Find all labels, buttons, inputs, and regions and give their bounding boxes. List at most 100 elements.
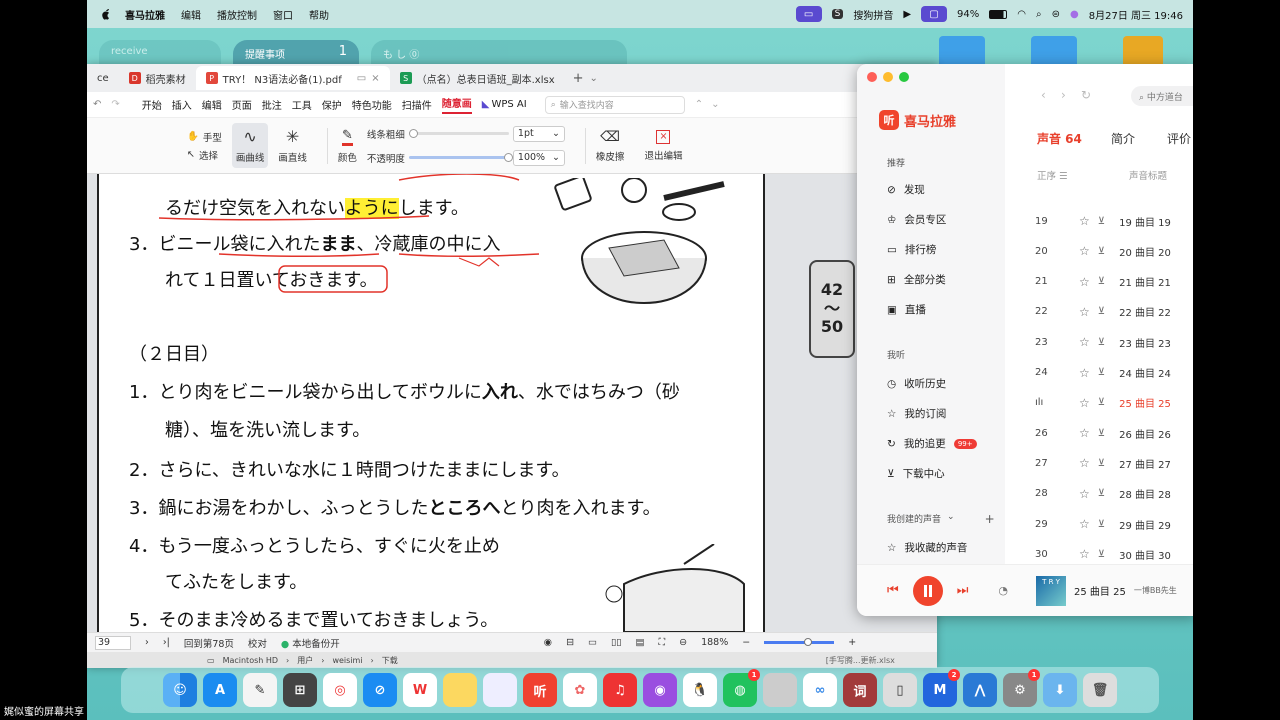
track-row[interactable]: 19 ☆ ⊻ 19 曲目 19 bbox=[1035, 206, 1193, 236]
single-page-icon[interactable]: ▭ bbox=[588, 637, 597, 648]
menu-edit[interactable]: 编辑 bbox=[181, 7, 201, 22]
last-page-icon[interactable]: ›| bbox=[163, 637, 170, 648]
download-icon[interactable]: ⊻ bbox=[1098, 519, 1105, 530]
podcasts-icon[interactable]: ◉ bbox=[643, 673, 677, 707]
star-icon[interactable]: ☆ bbox=[1079, 244, 1090, 258]
baidu-netdisk-icon[interactable]: ∞ bbox=[803, 673, 837, 707]
menu-edit[interactable]: 编辑 bbox=[202, 97, 222, 112]
add-icon[interactable]: + bbox=[985, 512, 995, 526]
chevron-down-icon[interactable]: ⌄ bbox=[711, 99, 719, 110]
sort-button[interactable]: 正序 ☰ bbox=[1037, 168, 1068, 182]
document-area[interactable]: るだけ空気を入れないようにします。 3．ビニール袋に入れたまま、冷蔵庫の中に入 … bbox=[87, 174, 937, 632]
menu-window[interactable]: 窗口 bbox=[273, 7, 293, 22]
stage-manager-icon[interactable]: ▢ bbox=[921, 6, 948, 22]
menu-freehand[interactable]: 随意画 bbox=[441, 95, 472, 114]
input-method-icon[interactable]: S bbox=[831, 9, 844, 19]
tab-sounds[interactable]: 声音 64 bbox=[1037, 130, 1082, 147]
star-icon[interactable]: ☆ bbox=[1079, 456, 1090, 470]
proofread-button[interactable]: 校对 bbox=[248, 636, 267, 650]
new-tab-icon[interactable]: + bbox=[573, 71, 584, 86]
select-tool[interactable]: ↖ 选择 bbox=[187, 148, 218, 162]
finder-icon[interactable]: ☺ bbox=[163, 673, 197, 707]
star-icon[interactable]: ☆ bbox=[1079, 275, 1090, 289]
download-icon[interactable]: ⊻ bbox=[1098, 428, 1105, 439]
tab-menu-icon[interactable]: ▭ bbox=[357, 73, 366, 84]
menu-start[interactable]: 开始 bbox=[142, 97, 162, 112]
track-row[interactable]: 28 ☆ ⊻ 28 曲目 28 bbox=[1035, 479, 1193, 509]
finder-file-name[interactable]: [手写腾...更新.xlsx bbox=[826, 655, 895, 666]
page-number-input[interactable]: 39 bbox=[95, 635, 131, 650]
previous-icon[interactable]: ⏮ bbox=[887, 583, 899, 598]
photos-icon[interactable]: ✿ bbox=[563, 673, 597, 707]
track-row[interactable]: 21 ☆ ⊻ 21 曲目 21 bbox=[1035, 267, 1193, 297]
preview-icon[interactable] bbox=[763, 673, 797, 707]
pause-button[interactable] bbox=[912, 575, 943, 606]
nav-discover[interactable]: ⊘ 发现 bbox=[887, 182, 925, 197]
download-icon[interactable]: ⊻ bbox=[1098, 367, 1105, 378]
eraser-tool[interactable]: ⌫ 橡皮擦 bbox=[596, 129, 625, 163]
continuous-icon[interactable]: ▤ bbox=[635, 637, 644, 648]
star-icon[interactable]: ☆ bbox=[1079, 214, 1090, 228]
search-icon[interactable]: ⌕ bbox=[1036, 9, 1042, 20]
download-icon[interactable]: ⊻ bbox=[1098, 488, 1105, 499]
nav-live[interactable]: ▣ 直播 bbox=[887, 302, 926, 317]
redo-icon[interactable]: ↷ bbox=[111, 99, 119, 110]
minimize-window-icon[interactable] bbox=[883, 72, 893, 82]
star-icon[interactable]: ☆ bbox=[1079, 547, 1090, 561]
clock[interactable]: 8月27日 周三 19:46 bbox=[1089, 7, 1183, 22]
wps-icon[interactable]: W bbox=[403, 673, 437, 707]
wechat-icon[interactable]: ◍ 1 bbox=[723, 669, 760, 707]
chevron-down-icon[interactable]: ⌄ bbox=[590, 73, 598, 84]
apple-icon[interactable] bbox=[101, 8, 111, 20]
qq-icon[interactable]: 🐧 bbox=[683, 673, 717, 707]
download-icon[interactable]: ⊻ bbox=[1098, 337, 1105, 348]
next-icon[interactable]: ⏭ bbox=[957, 583, 969, 598]
path-item[interactable]: 用户 bbox=[297, 655, 313, 666]
menu-playback[interactable]: 播放控制 bbox=[217, 7, 257, 22]
play-status-icon[interactable]: ▶ bbox=[903, 9, 911, 20]
nav-subscriptions[interactable]: ☆ 我的订阅 bbox=[887, 406, 946, 421]
nav-history[interactable]: ◷ 收听历史 bbox=[887, 376, 946, 391]
screen-mirror-icon[interactable]: ▭ bbox=[795, 6, 822, 22]
notes-icon[interactable] bbox=[443, 673, 477, 707]
star-icon[interactable]: ☆ bbox=[1079, 396, 1090, 410]
menu-protect[interactable]: 保护 bbox=[322, 97, 342, 112]
tab-item[interactable]: D 稻壳素材 bbox=[119, 66, 196, 90]
downloads-folder-icon[interactable]: ⬇ bbox=[1043, 673, 1077, 707]
download-icon[interactable]: ⊻ bbox=[1098, 306, 1105, 317]
zoom-out-icon[interactable]: ⊖ bbox=[679, 637, 687, 648]
star-icon[interactable]: ☆ bbox=[1079, 517, 1090, 531]
curve-tool[interactable]: ∿ 画曲线 bbox=[231, 123, 269, 168]
track-row[interactable]: 23 ☆ ⊻ 23 曲目 23 bbox=[1035, 327, 1193, 357]
navicat-icon[interactable] bbox=[483, 673, 517, 707]
siri-icon[interactable]: ● bbox=[1070, 9, 1079, 20]
menu-features[interactable]: 特色功能 bbox=[352, 97, 392, 112]
ximalaya-icon[interactable]: 听 bbox=[523, 673, 557, 707]
iphone-mirroring-icon[interactable]: ▯ bbox=[883, 673, 917, 707]
minus-icon[interactable]: − bbox=[742, 637, 750, 648]
chevron-up-icon[interactable]: ⌃ bbox=[695, 99, 703, 110]
launchpad-icon[interactable]: ⊞ bbox=[283, 673, 317, 707]
fit-width-icon[interactable]: ⊟ bbox=[566, 637, 574, 648]
track-row[interactable]: 24 ☆ ⊻ 24 曲目 24 bbox=[1035, 358, 1193, 388]
control-center-icon[interactable]: ⊜ bbox=[1052, 9, 1060, 20]
menu-page[interactable]: 页面 bbox=[232, 97, 252, 112]
menu-annotate[interactable]: 批注 bbox=[262, 97, 282, 112]
menu-app-name[interactable]: 喜马拉雅 bbox=[125, 7, 165, 22]
download-icon[interactable]: ⊻ bbox=[1098, 458, 1105, 469]
dictionary-icon[interactable]: 词 bbox=[843, 673, 877, 707]
download-icon[interactable]: ⊻ bbox=[1098, 246, 1105, 257]
close-window-icon[interactable] bbox=[867, 72, 877, 82]
nav-following[interactable]: ↻ 我的追更 99+ bbox=[887, 436, 977, 451]
tab-review[interactable]: 评价 bbox=[1167, 130, 1191, 147]
undo-icon[interactable]: ↶ bbox=[93, 99, 101, 110]
line-width-slider[interactable] bbox=[408, 129, 509, 138]
netease-music-icon[interactable]: ♫ bbox=[603, 673, 637, 707]
double-page-icon[interactable]: ▯▯ bbox=[611, 637, 621, 648]
cover-thumbnail[interactable]: T R Y bbox=[1036, 575, 1067, 606]
track-row[interactable]: ılı ☆ ⊻ 25 曲目 25 bbox=[1035, 388, 1193, 418]
star-icon[interactable]: ☆ bbox=[1079, 426, 1090, 440]
nav-ranking[interactable]: ▭ 排行榜 bbox=[887, 242, 936, 257]
exit-edit-button[interactable]: × 退出编辑 bbox=[644, 129, 682, 162]
search-field[interactable]: ⌕ 输入查找内容 bbox=[544, 95, 685, 114]
